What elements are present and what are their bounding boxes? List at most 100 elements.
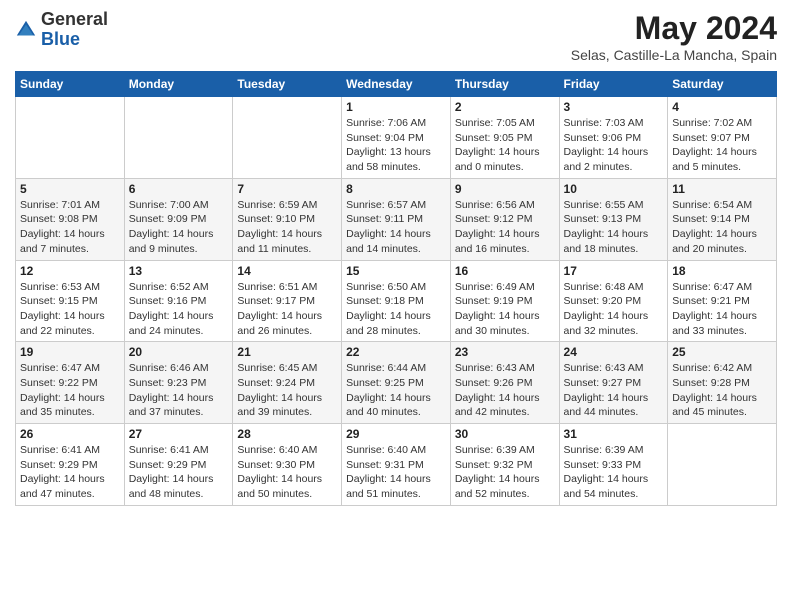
weekday-header-row: SundayMondayTuesdayWednesdayThursdayFrid… (16, 72, 777, 97)
title-block: May 2024 Selas, Castille-La Mancha, Spai… (571, 10, 777, 63)
day-detail: Sunrise: 7:00 AMSunset: 9:09 PMDaylight:… (129, 198, 229, 257)
logo-blue-text: Blue (41, 29, 80, 49)
day-number: 7 (237, 182, 337, 196)
day-detail: Sunrise: 6:53 AMSunset: 9:15 PMDaylight:… (20, 280, 120, 339)
day-number: 23 (455, 345, 555, 359)
day-number: 13 (129, 264, 229, 278)
calendar-body: 1Sunrise: 7:06 AMSunset: 9:04 PMDaylight… (16, 97, 777, 506)
day-detail: Sunrise: 6:49 AMSunset: 9:19 PMDaylight:… (455, 280, 555, 339)
calendar-cell: 18Sunrise: 6:47 AMSunset: 9:21 PMDayligh… (668, 260, 777, 342)
day-detail: Sunrise: 6:39 AMSunset: 9:33 PMDaylight:… (564, 443, 664, 502)
day-detail: Sunrise: 7:01 AMSunset: 9:08 PMDaylight:… (20, 198, 120, 257)
logo-text: General Blue (41, 10, 108, 50)
calendar-cell: 6 Sunrise: 7:00 AMSunset: 9:09 PMDaylight… (124, 178, 233, 260)
day-detail: Sunrise: 6:55 AMSunset: 9:13 PMDaylight:… (564, 198, 664, 257)
day-number: 31 (564, 427, 664, 441)
calendar-cell: 10 Sunrise: 6:55 AMSunset: 9:13 PMDayligh… (559, 178, 668, 260)
calendar-cell: 15 Sunrise: 6:50 AMSunset: 9:18 PMDayligh… (342, 260, 451, 342)
weekday-header-thursday: Thursday (450, 72, 559, 97)
day-number: 26 (20, 427, 120, 441)
day-number: 29 (346, 427, 446, 441)
calendar-cell: 3 Sunrise: 7:03 AMSunset: 9:06 PMDaylight… (559, 97, 668, 179)
day-number: 11 (672, 182, 772, 196)
day-number: 15 (346, 264, 446, 278)
logo-general-text: General (41, 9, 108, 29)
calendar-week-row: 1Sunrise: 7:06 AMSunset: 9:04 PMDaylight… (16, 97, 777, 179)
calendar-cell: 2Sunrise: 7:05 AMSunset: 9:05 PMDaylight… (450, 97, 559, 179)
calendar-cell: 29 Sunrise: 6:40 AMSunset: 9:31 PMDayligh… (342, 424, 451, 506)
calendar-cell: 13 Sunrise: 6:52 AMSunset: 9:16 PMDayligh… (124, 260, 233, 342)
day-number: 8 (346, 182, 446, 196)
day-number: 6 (129, 182, 229, 196)
day-detail: Sunrise: 6:44 AMSunset: 9:25 PMDaylight:… (346, 361, 446, 420)
calendar-cell: 28Sunrise: 6:40 AMSunset: 9:30 PMDayligh… (233, 424, 342, 506)
day-detail: Sunrise: 6:48 AMSunset: 9:20 PMDaylight:… (564, 280, 664, 339)
page-header: General Blue May 2024 Selas, Castille-La… (15, 10, 777, 63)
weekday-header-friday: Friday (559, 72, 668, 97)
calendar-table: SundayMondayTuesdayWednesdayThursdayFrid… (15, 71, 777, 506)
weekday-header-monday: Monday (124, 72, 233, 97)
calendar-cell: 4 Sunrise: 7:02 AMSunset: 9:07 PMDaylight… (668, 97, 777, 179)
day-number: 5 (20, 182, 120, 196)
day-detail: Sunrise: 6:43 AMSunset: 9:26 PMDaylight:… (455, 361, 555, 420)
day-number: 21 (237, 345, 337, 359)
calendar-cell: 11 Sunrise: 6:54 AMSunset: 9:14 PMDayligh… (668, 178, 777, 260)
day-number: 2 (455, 100, 555, 114)
day-detail: Sunrise: 6:54 AMSunset: 9:14 PMDaylight:… (672, 198, 772, 257)
calendar-cell: 9 Sunrise: 6:56 AMSunset: 9:12 PMDaylight… (450, 178, 559, 260)
day-detail: Sunrise: 6:46 AMSunset: 9:23 PMDaylight:… (129, 361, 229, 420)
calendar-cell (668, 424, 777, 506)
calendar-cell (16, 97, 125, 179)
calendar-cell: 25Sunrise: 6:42 AMSunset: 9:28 PMDayligh… (668, 342, 777, 424)
day-detail: Sunrise: 6:52 AMSunset: 9:16 PMDaylight:… (129, 280, 229, 339)
calendar-cell: 5 Sunrise: 7:01 AMSunset: 9:08 PMDaylight… (16, 178, 125, 260)
day-detail: Sunrise: 6:40 AMSunset: 9:31 PMDaylight:… (346, 443, 446, 502)
day-detail: Sunrise: 6:59 AMSunset: 9:10 PMDaylight:… (237, 198, 337, 257)
day-number: 3 (564, 100, 664, 114)
day-detail: Sunrise: 6:41 AMSunset: 9:29 PMDaylight:… (129, 443, 229, 502)
calendar-cell: 20 Sunrise: 6:46 AMSunset: 9:23 PMDayligh… (124, 342, 233, 424)
calendar-cell: 17Sunrise: 6:48 AMSunset: 9:20 PMDayligh… (559, 260, 668, 342)
weekday-header-tuesday: Tuesday (233, 72, 342, 97)
calendar-cell: 23 Sunrise: 6:43 AMSunset: 9:26 PMDayligh… (450, 342, 559, 424)
day-number: 18 (672, 264, 772, 278)
calendar-cell: 7 Sunrise: 6:59 AMSunset: 9:10 PMDaylight… (233, 178, 342, 260)
calendar-cell: 30Sunrise: 6:39 AMSunset: 9:32 PMDayligh… (450, 424, 559, 506)
day-detail: Sunrise: 6:47 AMSunset: 9:22 PMDaylight:… (20, 361, 120, 420)
calendar-week-row: 19 Sunrise: 6:47 AMSunset: 9:22 PMDayligh… (16, 342, 777, 424)
calendar-week-row: 26 Sunrise: 6:41 AMSunset: 9:29 PMDayligh… (16, 424, 777, 506)
calendar-cell: 16Sunrise: 6:49 AMSunset: 9:19 PMDayligh… (450, 260, 559, 342)
day-number: 27 (129, 427, 229, 441)
day-number: 1 (346, 100, 446, 114)
calendar-week-row: 12Sunrise: 6:53 AMSunset: 9:15 PMDayligh… (16, 260, 777, 342)
logo-icon (15, 19, 37, 41)
calendar-cell: 31 Sunrise: 6:39 AMSunset: 9:33 PMDayligh… (559, 424, 668, 506)
logo: General Blue (15, 10, 108, 50)
day-number: 14 (237, 264, 337, 278)
day-number: 28 (237, 427, 337, 441)
day-number: 10 (564, 182, 664, 196)
day-detail: Sunrise: 6:50 AMSunset: 9:18 PMDaylight:… (346, 280, 446, 339)
day-number: 25 (672, 345, 772, 359)
calendar-cell: 14Sunrise: 6:51 AMSunset: 9:17 PMDayligh… (233, 260, 342, 342)
day-detail: Sunrise: 7:03 AMSunset: 9:06 PMDaylight:… (564, 116, 664, 175)
day-number: 22 (346, 345, 446, 359)
weekday-header-wednesday: Wednesday (342, 72, 451, 97)
day-detail: Sunrise: 6:41 AMSunset: 9:29 PMDaylight:… (20, 443, 120, 502)
day-detail: Sunrise: 7:02 AMSunset: 9:07 PMDaylight:… (672, 116, 772, 175)
day-detail: Sunrise: 6:56 AMSunset: 9:12 PMDaylight:… (455, 198, 555, 257)
calendar-cell: 8Sunrise: 6:57 AMSunset: 9:11 PMDaylight… (342, 178, 451, 260)
calendar-cell (124, 97, 233, 179)
day-number: 9 (455, 182, 555, 196)
month-year-title: May 2024 (571, 10, 777, 47)
day-detail: Sunrise: 6:39 AMSunset: 9:32 PMDaylight:… (455, 443, 555, 502)
calendar-header: SundayMondayTuesdayWednesdayThursdayFrid… (16, 72, 777, 97)
day-number: 20 (129, 345, 229, 359)
day-number: 4 (672, 100, 772, 114)
day-detail: Sunrise: 6:45 AMSunset: 9:24 PMDaylight:… (237, 361, 337, 420)
calendar-cell: 22 Sunrise: 6:44 AMSunset: 9:25 PMDayligh… (342, 342, 451, 424)
calendar-cell: 26 Sunrise: 6:41 AMSunset: 9:29 PMDayligh… (16, 424, 125, 506)
calendar-cell: 27 Sunrise: 6:41 AMSunset: 9:29 PMDayligh… (124, 424, 233, 506)
location-subtitle: Selas, Castille-La Mancha, Spain (571, 47, 777, 63)
day-number: 19 (20, 345, 120, 359)
